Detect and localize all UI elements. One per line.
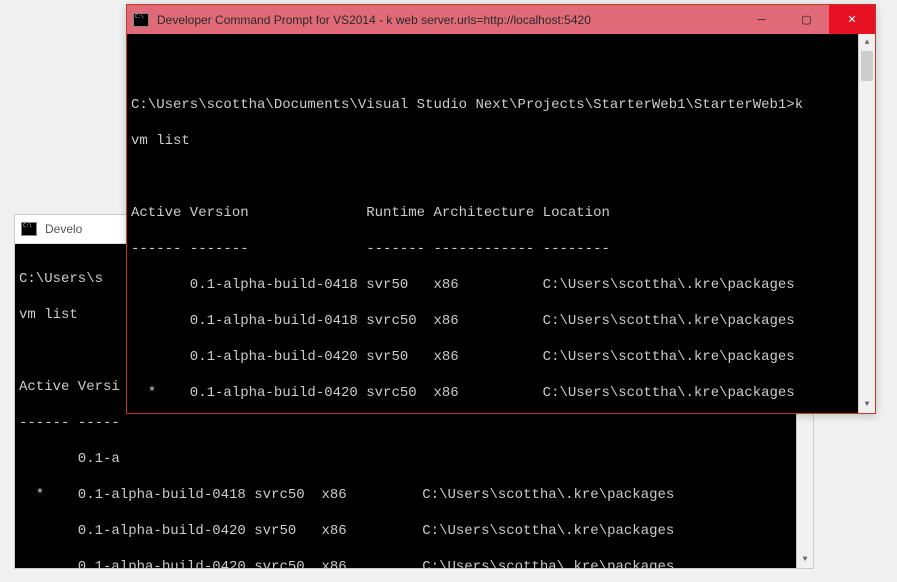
table-row: 0.1-alpha-build-0420 svrc50 x86 C:\Users… (19, 558, 796, 568)
terminal-front[interactable]: C:\Users\scottha\Documents\Visual Studio… (127, 34, 875, 413)
terminal-line (131, 168, 858, 186)
window-controls-front: ─ ▢ ✕ (739, 5, 875, 34)
terminal-header: Active Version Runtime Architecture Loca… (131, 204, 858, 222)
scroll-up-icon[interactable]: ▲ (859, 34, 875, 51)
table-row: * 0.1-alpha-build-0420 svrc50 x86 C:\Use… (131, 384, 858, 402)
scrollbar-front[interactable]: ▲ ▼ (858, 34, 875, 413)
scroll-track[interactable] (859, 51, 875, 396)
cmd-icon (21, 222, 37, 236)
prompt-line: vm list (131, 132, 858, 150)
table-row: 0.1-alpha-build-0418 svrc50 x86 C:\Users… (131, 312, 858, 330)
cmd-window-front: Developer Command Prompt for VS2014 - k … (126, 4, 876, 414)
minimize-button[interactable]: ─ (739, 5, 784, 34)
table-row: 0.1-alpha-build-0420 svr50 x86 C:\Users\… (19, 522, 796, 540)
scroll-down-icon[interactable]: ▼ (859, 396, 875, 413)
cmd-icon (133, 13, 149, 27)
close-button[interactable]: ✕ (829, 5, 875, 34)
table-row: 0.1-a (19, 450, 796, 468)
scroll-thumb[interactable] (861, 51, 873, 81)
table-row: * 0.1-alpha-build-0418 svrc50 x86 C:\Use… (19, 486, 796, 504)
terminal-output-front: C:\Users\scottha\Documents\Visual Studio… (127, 34, 858, 413)
window-title-front: Developer Command Prompt for VS2014 - k … (157, 13, 739, 27)
table-row: 0.1-alpha-build-0420 svr50 x86 C:\Users\… (131, 348, 858, 366)
terminal-divider: ------ ------- ------- ------------ ----… (131, 240, 858, 258)
prompt-line: C:\Users\scottha\Documents\Visual Studio… (131, 96, 858, 114)
scroll-down-icon[interactable]: ▼ (797, 551, 813, 568)
table-row: 0.1-alpha-build-0418 svr50 x86 C:\Users\… (131, 276, 858, 294)
maximize-button[interactable]: ▢ (784, 5, 829, 34)
terminal-divider: ------ ----- (19, 414, 796, 432)
terminal-line (131, 60, 858, 78)
titlebar-front[interactable]: Developer Command Prompt for VS2014 - k … (127, 5, 875, 34)
